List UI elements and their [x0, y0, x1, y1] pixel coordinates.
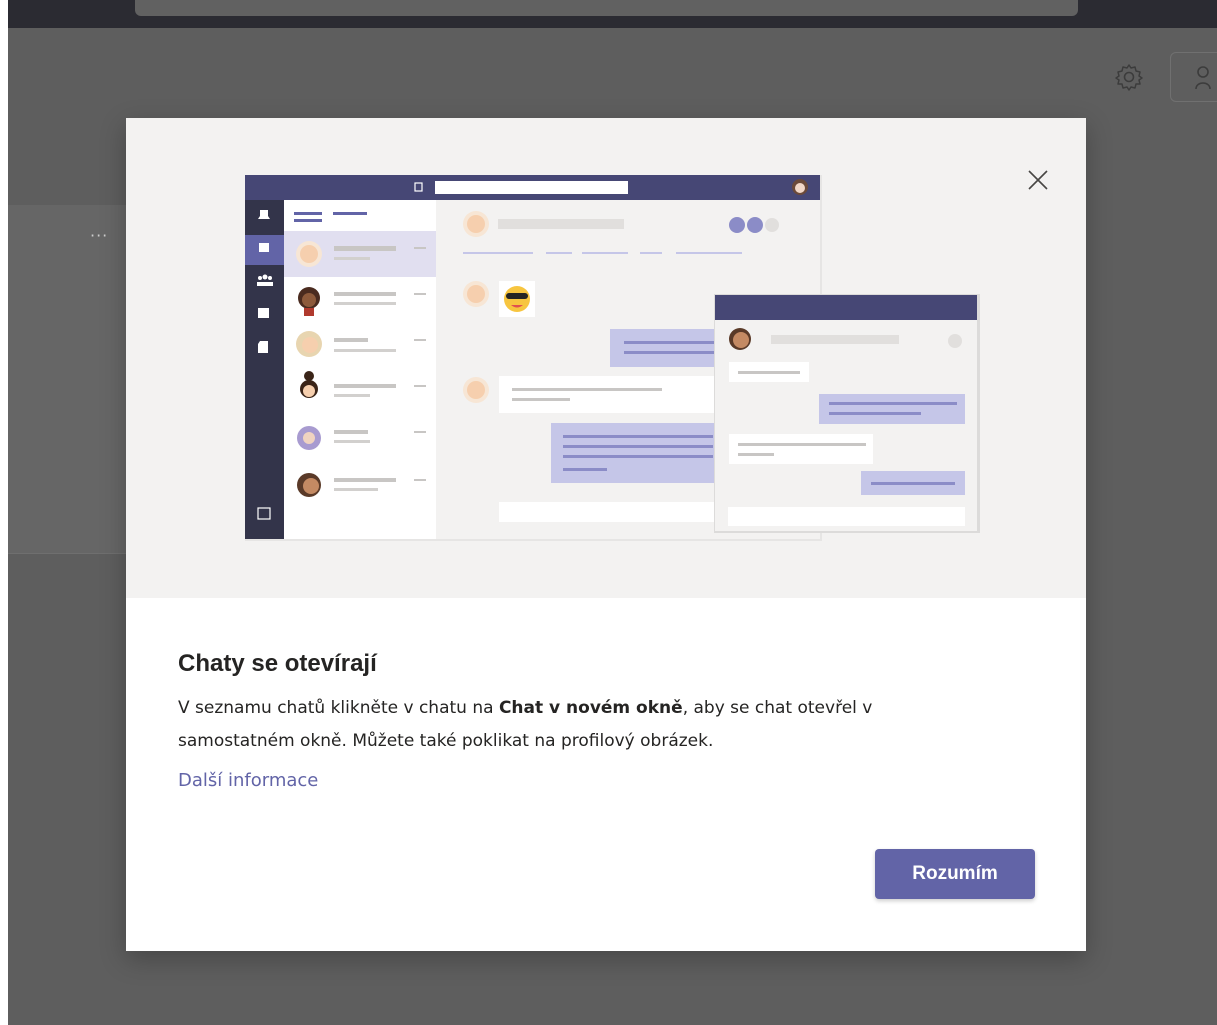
gear-icon[interactable]: [1114, 62, 1144, 92]
description-line-2: samostatném okně. Můžete také poklikat n…: [178, 731, 714, 751]
dialog-description: V seznamu chatů klikněte v chatu na Chat…: [178, 692, 1028, 758]
search-box[interactable]: [135, 0, 1078, 16]
chat-popout-dialog: Chaty se otevírají V seznamu chatů klikn…: [126, 118, 1086, 951]
got-it-button[interactable]: Rozumím: [875, 849, 1035, 899]
description-part-1: V seznamu chatů klikněte v chatu na: [178, 698, 499, 718]
description-bold: Chat v novém okně: [498, 698, 683, 718]
background-list-panel: [8, 205, 128, 553]
background-divider: [8, 553, 128, 554]
learn-more-link[interactable]: Další informace: [178, 770, 318, 791]
dialog-title: Chaty se otevírají: [178, 650, 377, 677]
description-part-2: , aby se chat otevřel v: [682, 698, 873, 718]
popout-window-illustration: [714, 294, 980, 533]
teams-popout-illustration: [245, 175, 980, 541]
window-edge: [0, 0, 8, 1025]
people-button[interactable]: [1170, 52, 1217, 102]
app-top-bar: [0, 0, 1217, 28]
people-icon: [1195, 66, 1211, 90]
close-icon: [1028, 170, 1048, 190]
close-button[interactable]: [1023, 165, 1053, 195]
hero-illustration-area: [126, 118, 1086, 598]
more-options-icon[interactable]: ···: [90, 226, 108, 245]
